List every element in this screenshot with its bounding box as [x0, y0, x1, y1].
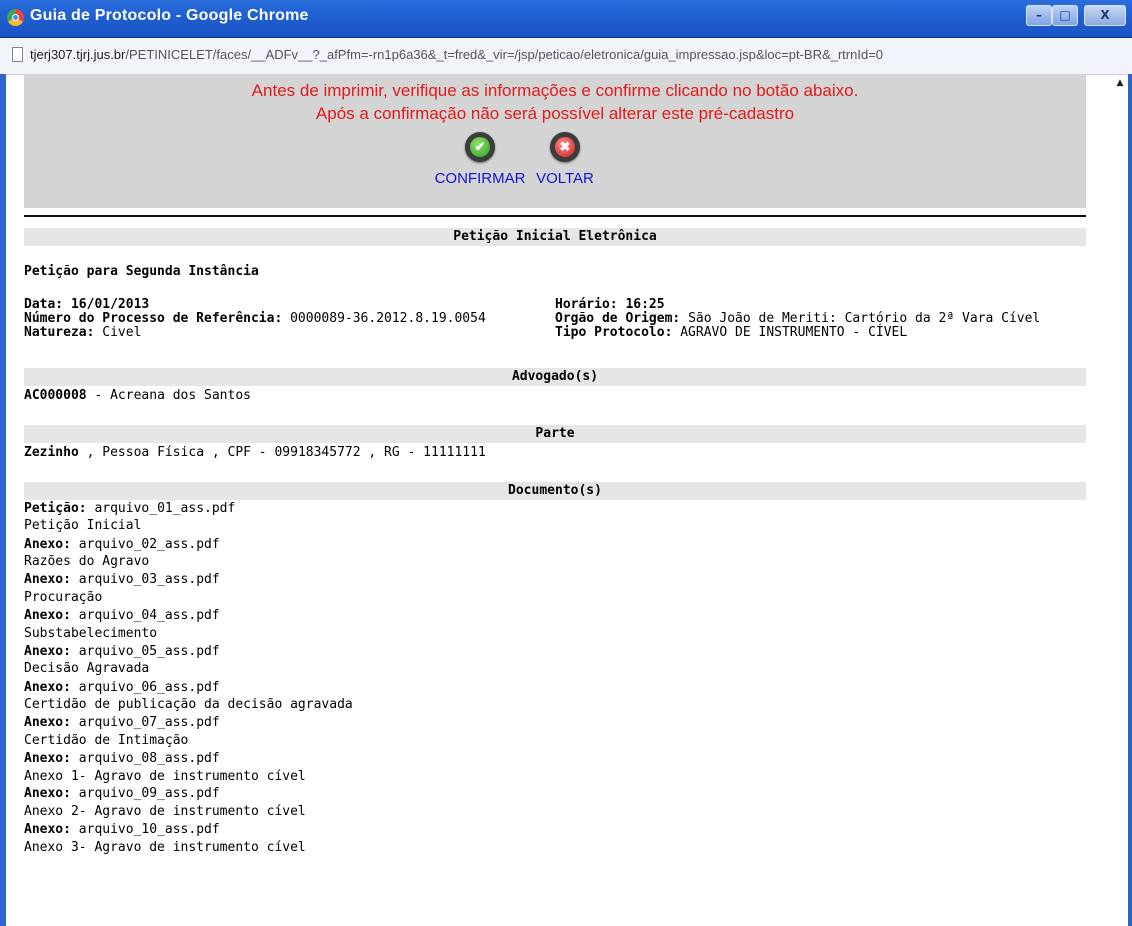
document-desc-row: Anexo 3- Agravo de instrumento cível: [24, 840, 306, 855]
document-file-row: Anexo: arquivo_06_ass.pdf: [24, 680, 220, 695]
document-file-row: Anexo: arquivo_03_ass.pdf: [24, 572, 220, 587]
url-path: /PETINICELET/faces/__ADFv__?_afPfm=-rn1p…: [125, 47, 884, 62]
warning-line-2: Após a confirmação não será possível alt…: [315, 104, 795, 123]
section-title-parte: Parte: [24, 425, 1086, 443]
document-desc-row: Certidão de Intimação: [24, 733, 189, 748]
document-desc-row: Razões do Agravo: [24, 554, 150, 569]
document-file-row: Anexo: arquivo_05_ass.pdf: [24, 644, 220, 659]
confirm-button[interactable]: ✔ CONFIRMAR: [430, 132, 530, 187]
document-file-row: Anexo: arquivo_07_ass.pdf: [24, 715, 220, 730]
confirm-label[interactable]: CONFIRMAR: [430, 170, 530, 187]
document-desc-row: Procuração: [24, 590, 103, 605]
natureza-row: Natureza: Civel: [24, 325, 142, 340]
section-title-documentos: Documento(s): [24, 482, 1086, 500]
confirmation-panel: Antes de imprimir, verifique as informaç…: [24, 74, 1086, 208]
divider-line: [24, 215, 1086, 217]
data-row: Data: 16/01/2013: [24, 297, 150, 312]
document-file-row: Anexo: arquivo_08_ass.pdf: [24, 751, 220, 766]
maximize-button[interactable]: □: [1052, 5, 1078, 26]
document-file-row: Anexo: arquivo_04_ass.pdf: [24, 608, 220, 623]
document-file-row: Anexo: arquivo_09_ass.pdf: [24, 786, 220, 801]
cancel-x-icon[interactable]: ✖: [550, 132, 580, 162]
document-desc-row: Decisão Agravada: [24, 661, 150, 676]
window-title: Guia de Protocolo - Google Chrome: [30, 7, 309, 24]
parte-row: Zezinho , Pessoa Física , CPF - 09918345…: [24, 445, 486, 460]
action-buttons: ✔ CONFIRMAR ✖ VOLTAR: [24, 132, 1086, 192]
processo-row: Número do Processo de Referência: 000008…: [24, 311, 486, 326]
chrome-logo-icon: [7, 9, 24, 26]
origem-row: Orgão de Origem: São João de Meriti: Car…: [555, 311, 1041, 326]
tipo-protocolo-row: Tipo Protocolo: AGRAVO DE INSTRUMENTO - …: [555, 325, 908, 340]
page-icon: [12, 47, 23, 62]
peticao-subtitle: Petição para Segunda Instância: [24, 264, 259, 279]
url-text[interactable]: tjerj307.tjrj.jus.br/PETINICELET/faces/_…: [30, 47, 883, 62]
url-host: tjerj307.tjrj.jus.br: [30, 47, 126, 62]
minimize-button[interactable]: –: [1026, 5, 1052, 26]
back-button[interactable]: ✖ VOLTAR: [530, 132, 600, 187]
document-desc-row: Petição Inicial: [24, 518, 142, 533]
document-desc-row: Anexo 2- Agravo de instrumento cível: [24, 804, 306, 819]
document-desc-row: Anexo 1- Agravo de instrumento cível: [24, 769, 306, 784]
section-title-advogados: Advogado(s): [24, 368, 1086, 386]
section-title-peticao: Petição Inicial Eletrônica: [24, 228, 1086, 246]
back-label[interactable]: VOLTAR: [530, 170, 600, 187]
scroll-up-arrow-icon[interactable]: ▲: [1114, 74, 1126, 92]
close-window-button[interactable]: X: [1084, 5, 1126, 26]
address-bar[interactable]: tjerj307.tjrj.jus.br/PETINICELET/faces/_…: [0, 38, 1132, 75]
document-desc-row: Substabelecimento: [24, 626, 158, 641]
window-titlebar: Guia de Protocolo - Google Chrome – □ X: [0, 0, 1132, 38]
warning-line-1: Antes de imprimir, verifique as informaç…: [251, 81, 859, 100]
document-file-row: Petição: arquivo_01_ass.pdf: [24, 501, 236, 516]
horario-row: Horário: 16:25: [555, 297, 665, 312]
advogado-row: AC000008 - Acreana dos Santos: [24, 388, 251, 403]
document-file-row: Anexo: arquivo_10_ass.pdf: [24, 822, 220, 837]
window-left-border: [0, 74, 6, 926]
check-icon[interactable]: ✔: [465, 132, 495, 162]
document-desc-row: Certidão de publicação da decisão agrava…: [24, 697, 353, 712]
window-right-border: [1128, 74, 1132, 926]
document-file-row: Anexo: arquivo_02_ass.pdf: [24, 537, 220, 552]
